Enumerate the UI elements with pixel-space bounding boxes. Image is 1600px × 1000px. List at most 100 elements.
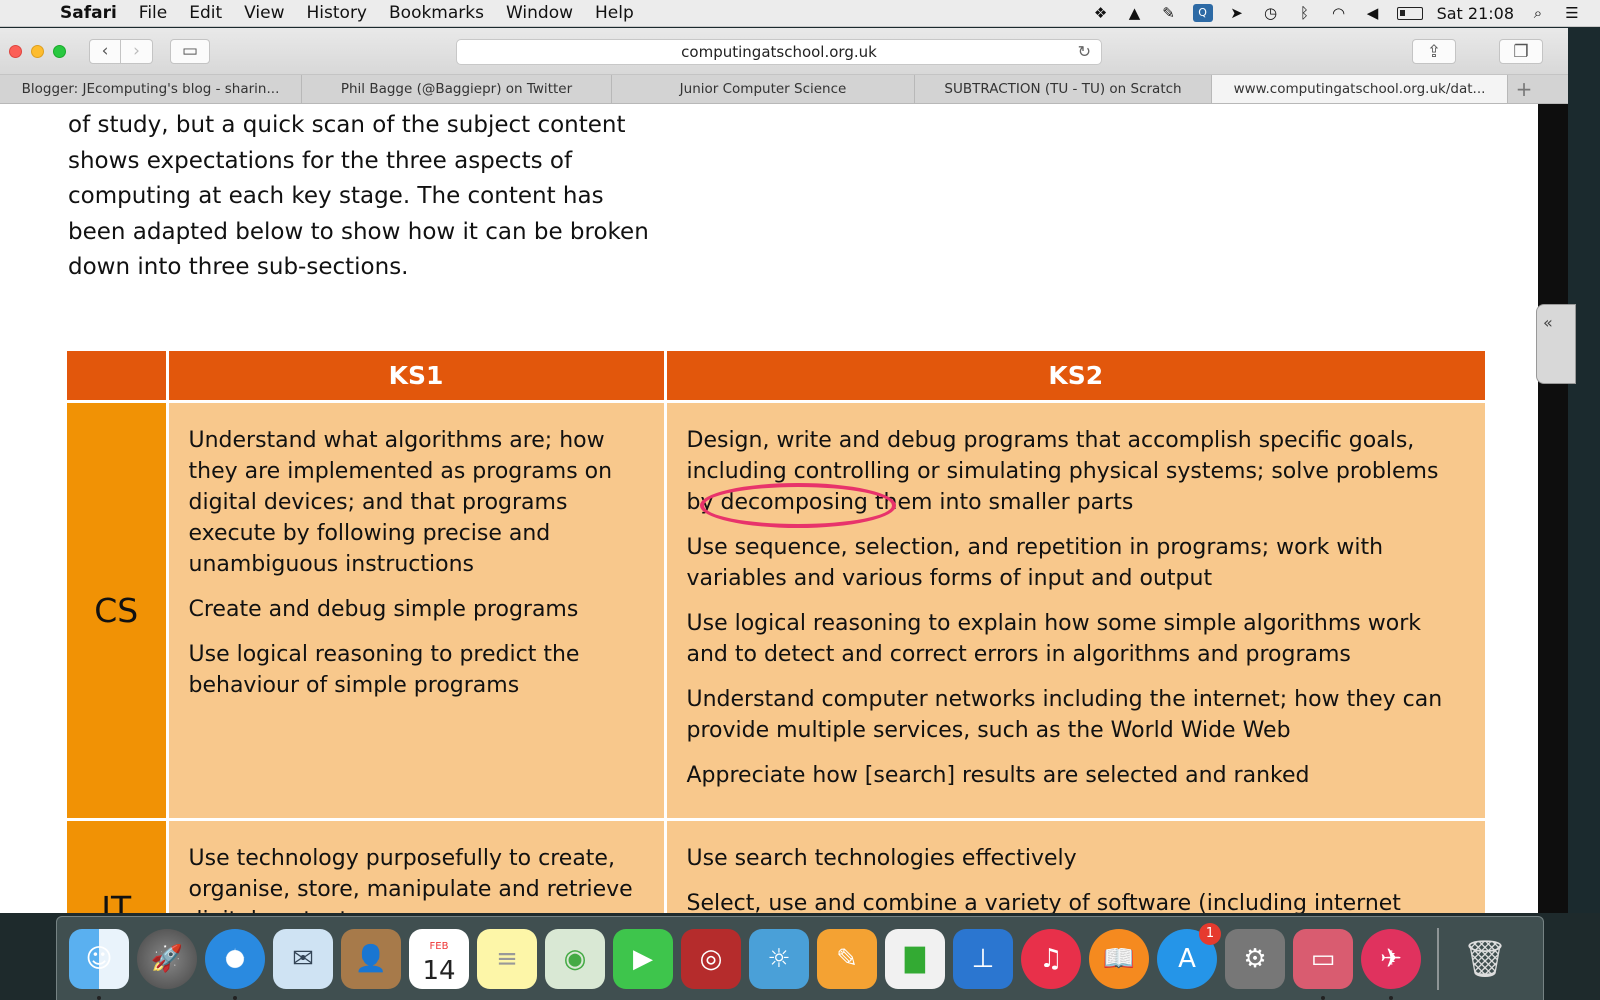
chevron-right-icon: ›: [133, 41, 140, 61]
cs-ks2-cell: Design, write and debug programs that ac…: [663, 399, 1488, 821]
app-store-badge: 1: [1199, 922, 1221, 945]
facetime-icon[interactable]: ▶: [613, 928, 673, 989]
address-bar[interactable]: computingatschool.org.uk ↻: [456, 39, 1102, 65]
status-app-icon[interactable]: Q: [1192, 4, 1213, 22]
display-icon[interactable]: ▭: [1293, 928, 1353, 1000]
calendar-icon[interactable]: FEB 14: [409, 928, 469, 989]
menu-file[interactable]: File: [139, 3, 167, 23]
row-label-cs: CS: [67, 399, 169, 821]
pages-icon[interactable]: ✎: [817, 928, 877, 989]
dock: ☺ 🚀 ✦ ✉ 👤 FEB 14 ≡ ◉ ▶ ◎ ☼ ✎ ▇ ⊥ ♫ 📖 A1 ⚙…: [56, 916, 1544, 1000]
menu-view[interactable]: View: [244, 3, 284, 23]
evernote-icon[interactable]: ✎: [1159, 4, 1179, 22]
safari-icon[interactable]: ✦: [205, 928, 265, 1000]
spotlight-icon[interactable]: ⌕: [1528, 4, 1548, 22]
tab-blogger[interactable]: Blogger: JEcomputing's blog - sharin...: [0, 75, 302, 103]
share-button[interactable]: ⇪: [1412, 39, 1456, 64]
itunes-icon[interactable]: ♫: [1021, 928, 1081, 989]
cs-ks2-item: Use logical reasoning to explain how som…: [686, 610, 1422, 667]
contacts-icon[interactable]: 👤: [341, 928, 401, 989]
cs-ks1-item: Use logical reasoning to predict the beh…: [188, 641, 580, 698]
table-row: CS Understand what algorithms are; how t…: [67, 399, 1488, 821]
safari-window: ‹ › ▭ computingatschool.org.uk ↻ ⇪ ❐ Blo…: [0, 28, 1568, 913]
photo-booth-icon[interactable]: ◎: [681, 928, 741, 989]
calendar-day: 14: [422, 955, 456, 986]
menu-edit[interactable]: Edit: [189, 3, 222, 23]
numbers-icon[interactable]: ▇: [885, 928, 945, 989]
tabs-overview-icon: ❐: [1513, 41, 1529, 62]
time-machine-icon[interactable]: ◷: [1261, 4, 1281, 22]
dropbox-icon[interactable]: ❖: [1091, 4, 1111, 22]
clock[interactable]: Sat 21:08: [1437, 4, 1514, 23]
menu-history[interactable]: History: [307, 3, 367, 23]
trash-icon[interactable]: 🗑: [1455, 929, 1515, 989]
battery-icon[interactable]: [1396, 6, 1423, 20]
window-controls: [9, 44, 66, 58]
bluetooth-icon[interactable]: ᛒ: [1295, 4, 1315, 22]
double-chevron-left-icon: «: [1543, 313, 1553, 332]
cs-ks2-item: Understand computer networks including t…: [686, 686, 1443, 743]
reload-icon[interactable]: ↻: [1078, 42, 1091, 61]
it-ks2-item: Use search technologies effectively: [686, 845, 1077, 871]
cs-ks1-item: Understand what algorithms are; how they…: [188, 427, 613, 577]
it-ks2-cell: Use search technologies effectively Sele…: [663, 817, 1488, 913]
volume-icon[interactable]: ◀: [1363, 4, 1383, 22]
system-preferences-icon[interactable]: ⚙: [1225, 928, 1285, 989]
chevron-left-icon: ‹: [101, 41, 109, 61]
menu-app-safari[interactable]: Safari: [60, 3, 117, 23]
notes-icon[interactable]: ≡: [477, 928, 537, 989]
tab-twitter[interactable]: Phil Bagge (@Baggiepr) on Twitter: [302, 75, 612, 103]
forward-button[interactable]: ›: [121, 38, 153, 64]
zoom-window-button[interactable]: [53, 44, 66, 58]
ibooks-icon[interactable]: 📖: [1089, 928, 1149, 989]
curriculum-table: KS1 KS2 CS Understand what algorithms ar…: [67, 351, 1488, 913]
airmail-icon[interactable]: ➤: [1227, 4, 1247, 22]
keynote-icon[interactable]: ⊥: [953, 928, 1013, 989]
app-store-icon[interactable]: A1: [1157, 922, 1221, 989]
decomposing-highlight: decomposing: [700, 482, 897, 528]
browser-toolbar: ‹ › ▭ computingatschool.org.uk ↻ ⇪ ❐: [0, 28, 1568, 75]
iphoto-icon[interactable]: ☼: [749, 928, 809, 989]
notification-center-icon[interactable]: ☰: [1562, 4, 1582, 22]
plus-icon: +: [1515, 77, 1533, 101]
show-all-tabs-button[interactable]: ❐: [1499, 39, 1543, 64]
dock-separator: [1437, 927, 1439, 990]
tab-bar: Blogger: JEcomputing's blog - sharin... …: [0, 75, 1568, 104]
cs-ks2-item: Design, write and debug programs that ac…: [687, 425, 1466, 528]
menu-bar: Safari File Edit View History Bookmarks …: [0, 0, 1600, 27]
minimize-window-button[interactable]: [31, 44, 44, 58]
preview-icon[interactable]: ◉: [545, 928, 605, 989]
skitch-icon[interactable]: ✈: [1361, 928, 1421, 1000]
cs-ks1-item: Create and debug simple programs: [188, 596, 579, 622]
cs-ks1-cell: Understand what algorithms are; how they…: [165, 399, 667, 821]
table-header-ks1: KS1: [165, 351, 667, 403]
tab-computingatschool[interactable]: www.computingatschool.org.uk/dat...: [1212, 75, 1508, 103]
mail-icon[interactable]: ✉: [273, 928, 333, 989]
address-url: computingatschool.org.uk: [681, 43, 877, 61]
finder-icon[interactable]: ☺: [69, 928, 129, 1000]
page-content[interactable]: of study, but a quick scan of the subjec…: [0, 104, 1568, 913]
launchpad-icon[interactable]: 🚀: [137, 928, 197, 989]
google-drive-icon[interactable]: ▲: [1125, 4, 1145, 22]
it-ks1-item: Use technology purposefully to create, o…: [188, 845, 633, 914]
sidebar-toggle-button[interactable]: ▭: [170, 38, 210, 64]
menu-bookmarks[interactable]: Bookmarks: [389, 3, 484, 23]
tab-scratch[interactable]: SUBTRACTION (TU - TU) on Scratch: [915, 75, 1212, 103]
tab-junior-computer-science[interactable]: Junior Computer Science: [612, 75, 915, 103]
intro-paragraph: of study, but a quick scan of the subjec…: [68, 112, 649, 280]
menu-window[interactable]: Window: [506, 3, 573, 23]
sidebar-icon: ▭: [181, 41, 199, 61]
table-header-row: KS1 KS2: [67, 351, 1488, 403]
calendar-month: FEB: [429, 940, 449, 952]
share-icon: ⇪: [1426, 41, 1442, 62]
side-panel: [1538, 104, 1568, 913]
cs-ks2-item: Use sequence, selection, and repetition …: [686, 534, 1384, 591]
side-panel-handle[interactable]: «: [1536, 304, 1576, 384]
new-tab-button[interactable]: +: [1508, 75, 1540, 103]
menu-help[interactable]: Help: [595, 3, 634, 23]
wifi-icon[interactable]: ◠: [1329, 4, 1349, 22]
row-label-it: IT: [67, 817, 169, 913]
back-button[interactable]: ‹: [89, 38, 121, 64]
table-header-empty: [67, 351, 169, 403]
close-window-button[interactable]: [9, 44, 22, 58]
